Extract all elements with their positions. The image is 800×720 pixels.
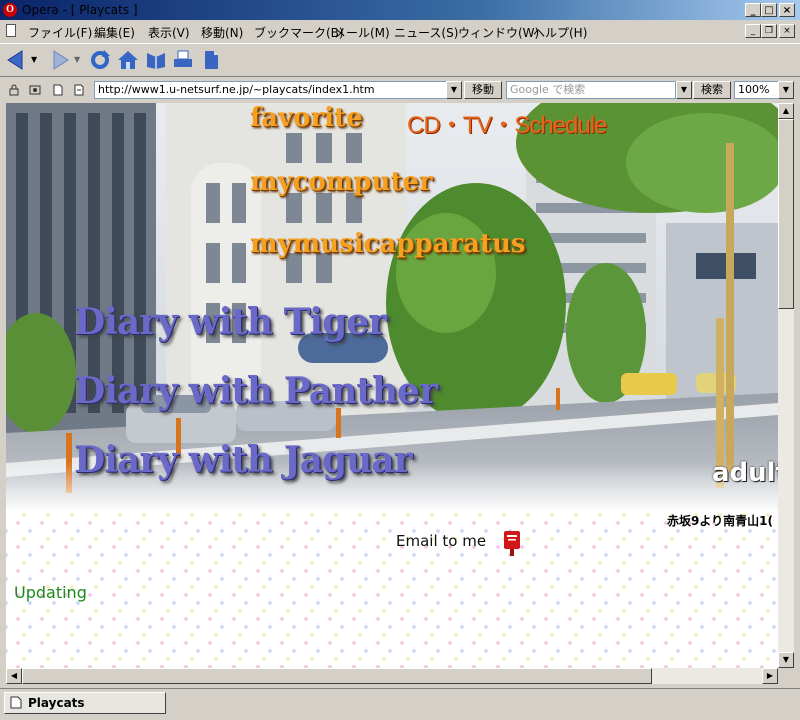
- page-icon[interactable]: [52, 84, 64, 96]
- tab-label: Playcats: [28, 696, 85, 710]
- mdi-restore-button[interactable]: ❐: [761, 24, 777, 38]
- scroll-left-button[interactable]: ◀: [6, 668, 22, 684]
- print-icon[interactable]: [172, 49, 194, 71]
- scroll-corner: [778, 668, 794, 684]
- cookie-icon[interactable]: [73, 84, 85, 96]
- menu-bookmarks[interactable]: ブックマーク(B): [254, 24, 344, 41]
- close-button[interactable]: ×: [779, 3, 795, 17]
- opera-logo-icon: O: [3, 3, 17, 17]
- minimize-button[interactable]: _: [745, 3, 761, 17]
- hotlist-icon[interactable]: [145, 49, 167, 71]
- menu-view[interactable]: 表示(V): [148, 24, 190, 41]
- nav-link-mymusicapparatus[interactable]: mymusicapparatus: [250, 229, 526, 259]
- mailbox-icon[interactable]: [503, 529, 521, 557]
- reload-icon[interactable]: [89, 49, 111, 71]
- document-icon[interactable]: [6, 24, 16, 37]
- home-icon[interactable]: [117, 49, 139, 71]
- nav-link-mycomputer[interactable]: mycomputer: [250, 167, 433, 197]
- search-engine-dropdown-icon[interactable]: ▼: [676, 81, 692, 99]
- menu-edit[interactable]: 編集(E): [94, 24, 135, 41]
- tab-page-icon: [10, 696, 22, 709]
- photo-caption: 赤坂9より南青山1(: [667, 514, 773, 528]
- new-page-icon[interactable]: [200, 49, 222, 71]
- scroll-down-button[interactable]: ▼: [778, 652, 794, 668]
- menu-navigate[interactable]: 移動(N): [201, 24, 243, 41]
- menu-help[interactable]: ヘルプ(H): [533, 24, 587, 41]
- forward-icon[interactable]: [48, 49, 70, 71]
- info-icon[interactable]: [29, 84, 41, 96]
- scroll-up-button[interactable]: ▲: [778, 103, 794, 119]
- nav-link-cd-tv-schedule[interactable]: CD・TV・Schedule: [407, 105, 607, 140]
- menu-file[interactable]: ファイル(F): [28, 24, 92, 41]
- diary-link-tiger[interactable]: Diary with Tiger: [74, 301, 387, 343]
- window-title: Opera - [ Playcats ]: [22, 3, 138, 17]
- lock-icon[interactable]: [8, 84, 20, 96]
- address-dropdown-icon[interactable]: ▼: [446, 81, 462, 99]
- zoom-dropdown-icon[interactable]: ▼: [778, 81, 794, 99]
- updating-notice: Updating: [14, 583, 87, 602]
- email-link[interactable]: Email to me: [396, 532, 486, 550]
- diary-link-jaguar[interactable]: Diary with Jaguar: [74, 439, 413, 481]
- address-input[interactable]: http://www1.u-netsurf.ne.jp/~playcats/in…: [94, 81, 462, 99]
- nav-link-favorite[interactable]: favorite: [250, 103, 363, 133]
- maximize-button[interactable]: □: [761, 3, 777, 17]
- page-viewport: favorite CD・TV・Schedule mycomputer mymus…: [6, 103, 778, 668]
- menu-mail[interactable]: メール(M): [334, 24, 390, 41]
- vertical-scroll-thumb[interactable]: [778, 119, 794, 309]
- scroll-right-button[interactable]: ▶: [762, 668, 778, 684]
- back-icon[interactable]: [6, 49, 28, 71]
- back-dropdown-icon[interactable]: ▼: [31, 55, 37, 64]
- menu-window[interactable]: ウィンドウ(W): [458, 24, 539, 41]
- search-button[interactable]: 検索: [693, 81, 731, 99]
- mdi-minimize-button[interactable]: _: [745, 24, 761, 38]
- mdi-close-button[interactable]: ×: [779, 24, 795, 38]
- search-input[interactable]: Google で検索: [506, 81, 676, 99]
- diary-link-panther[interactable]: Diary with Panther: [74, 370, 438, 412]
- adult-link[interactable]: adult: [712, 458, 778, 488]
- menu-news[interactable]: ニュース(S): [394, 24, 458, 41]
- forward-dropdown-icon[interactable]: ▼: [74, 55, 80, 64]
- horizontal-scroll-thumb[interactable]: [22, 668, 652, 684]
- zoom-select[interactable]: 100%: [734, 81, 782, 99]
- go-button[interactable]: 移動: [464, 81, 502, 99]
